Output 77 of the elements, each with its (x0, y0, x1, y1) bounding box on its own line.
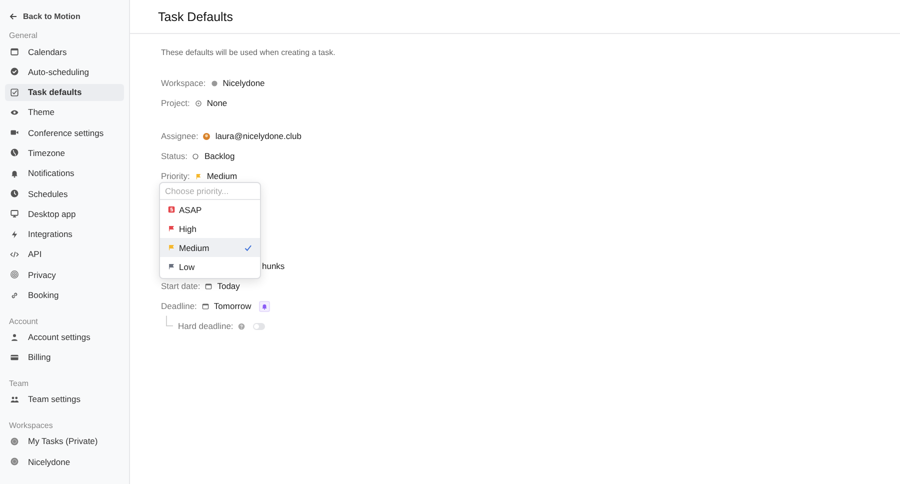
field-value[interactable]: Tomorrow (202, 301, 252, 311)
checkmark-icon (244, 244, 252, 252)
sidebar-item[interactable]: Notifications (5, 164, 124, 182)
field-value[interactable]: None (194, 98, 228, 108)
priority-option[interactable]: ASAP (160, 200, 260, 219)
sidebar-item[interactable]: Auto-scheduling (5, 63, 124, 80)
clock-icon (10, 189, 19, 198)
calendar-icon (10, 47, 19, 56)
field-value[interactable]: Backlog (192, 151, 235, 161)
sidebar-item[interactable]: Privacy (5, 266, 124, 284)
bell-icon (10, 168, 19, 178)
bell-icon (261, 302, 268, 310)
section-heading: Workspaces (8, 420, 54, 432)
toggle-switch[interactable] (253, 322, 266, 330)
check-icon (10, 67, 19, 76)
card-icon (10, 352, 19, 362)
back-link[interactable]: Back to Motion (5, 7, 124, 25)
workspace-icon (10, 436, 19, 446)
field-label: Assignee: (161, 131, 198, 141)
field-value[interactable]: laura@nicelydone.club (203, 131, 302, 141)
field-value: hunks (262, 261, 285, 271)
sidebar-item[interactable]: Team settings (5, 390, 124, 408)
workspace-icon (10, 457, 19, 466)
field-value[interactable]: Nicelydone (210, 78, 265, 88)
task-icon (10, 88, 19, 97)
sidebar-item[interactable]: Timezone (5, 144, 124, 162)
connector-line (166, 315, 173, 327)
sidebar-item[interactable]: Theme (5, 104, 124, 121)
back-arrow-icon (9, 12, 18, 20)
field-value[interactable]: Medium (194, 171, 238, 181)
code-icon (10, 250, 19, 259)
sidebar-item[interactable]: Task defaults (5, 84, 124, 101)
field-label: Deadline: (161, 301, 197, 311)
workspace-icon (210, 80, 218, 86)
eye-icon (10, 108, 19, 117)
bolt-icon (10, 230, 19, 239)
description-text: These defaults will be used when creating a task. (161, 48, 336, 57)
sidebar-item[interactable]: Booking (5, 286, 124, 304)
field-label: Hard deadline: (178, 321, 234, 331)
sidebar-item[interactable]: Schedules (5, 185, 124, 202)
reminder-button[interactable] (259, 300, 270, 312)
calendar-icon (202, 302, 209, 310)
video-icon (10, 128, 19, 138)
section-heading: General (8, 30, 38, 42)
page-title: Task Defaults (130, 0, 900, 34)
monitor-icon (10, 209, 19, 218)
field-label: Priority: (161, 171, 190, 181)
section-heading: Team (8, 378, 30, 390)
sidebar-item[interactable]: My Tasks (Private) (5, 432, 124, 450)
sidebar-item[interactable]: Billing (5, 348, 124, 366)
field-label: Project: (161, 98, 190, 108)
calendar-icon (205, 282, 212, 290)
flag-icon (194, 172, 202, 180)
person-icon (10, 332, 19, 342)
sidebar-item[interactable]: Conference settings (5, 124, 124, 142)
sidebar-item[interactable]: Desktop app (5, 205, 124, 222)
people-icon (10, 394, 19, 404)
sidebar-item[interactable]: Account settings (5, 328, 124, 346)
help-icon (238, 322, 246, 330)
sidebar-item[interactable]: Calendars (5, 43, 124, 60)
priority-search-field[interactable]: Choose priority... (160, 183, 260, 200)
status-circle-icon (192, 152, 200, 160)
globe-icon (10, 148, 19, 158)
sidebar-item[interactable]: Nicelydone (5, 453, 124, 470)
sidebar-item[interactable]: API (5, 246, 124, 263)
sidebar-item[interactable]: Integrations (5, 226, 124, 243)
priority-option[interactable]: High (160, 219, 260, 238)
field-label: Status: (161, 151, 188, 161)
field-label: Start date: (161, 281, 200, 291)
link-icon (10, 290, 19, 300)
priority-option[interactable]: Medium (160, 238, 260, 257)
field-label: Workspace: (161, 78, 206, 88)
section-heading: Account (8, 316, 39, 328)
avatar-icon (203, 132, 210, 140)
field-value[interactable]: Today (205, 281, 240, 291)
priority-option[interactable]: Low (160, 257, 260, 276)
project-icon (194, 100, 202, 106)
